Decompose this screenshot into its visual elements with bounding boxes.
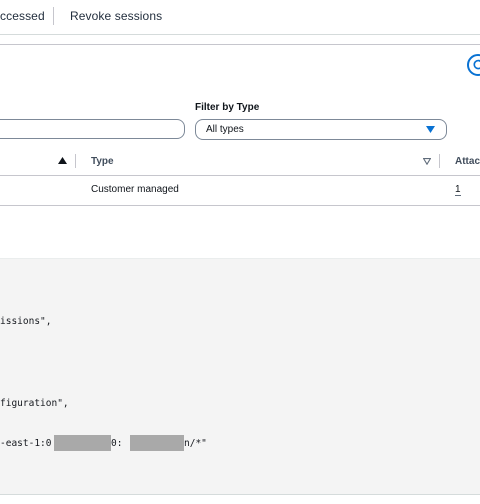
table-header: Type Attac — [0, 146, 480, 176]
column-divider[interactable] — [439, 154, 440, 168]
table-row: Customer managed 1 — [0, 175, 480, 205]
redaction-block — [130, 435, 184, 451]
filter-by-type-label: Filter by Type — [195, 102, 260, 113]
code-line: 0: — [111, 438, 123, 449]
code-line: n/*" — [184, 438, 207, 449]
caret-up-icon[interactable] — [58, 157, 67, 164]
code-line: -east-1:0 — [0, 438, 52, 449]
type-select-value: All types — [206, 124, 244, 135]
type-filter-select[interactable]: All types — [195, 119, 447, 140]
tab-last-accessed[interactable]: ccessed — [0, 9, 45, 23]
code-line: issions", — [0, 316, 52, 327]
refresh-icon — [473, 59, 480, 70]
tabs-strip: ccessed Revoke sessions — [0, 0, 480, 35]
search-input[interactable] — [0, 119, 185, 139]
cell-type: Customer managed — [91, 184, 179, 195]
caret-down-icon — [426, 126, 435, 133]
redaction-block — [54, 435, 111, 451]
caret-down-icon[interactable] — [423, 158, 431, 165]
column-header-attached[interactable]: Attac — [455, 156, 480, 167]
column-divider[interactable] — [75, 154, 76, 168]
tab-revoke-sessions[interactable]: Revoke sessions — [70, 9, 162, 23]
column-header-type[interactable]: Type — [91, 156, 114, 167]
policy-json-code-block: issions", figuration", -east-1:0 0: n/*" — [0, 258, 480, 495]
code-line: figuration", — [0, 398, 69, 409]
bottom-divider — [0, 494, 480, 495]
cell-attached-entities[interactable]: 1 — [455, 184, 461, 196]
tab-divider — [53, 7, 54, 25]
